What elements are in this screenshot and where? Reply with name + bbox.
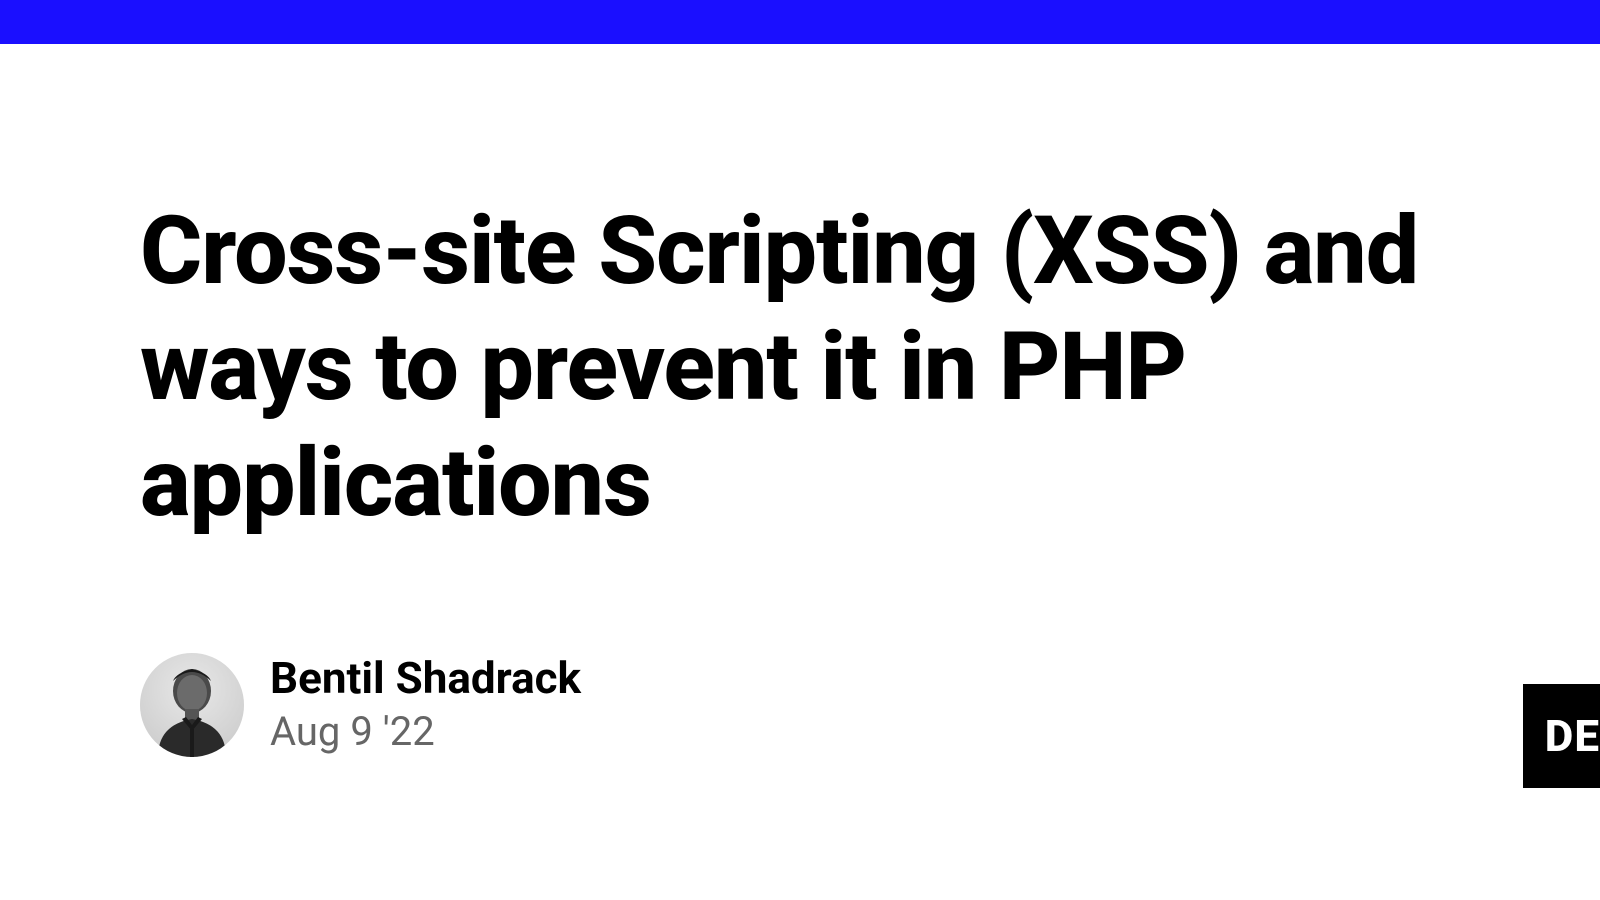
article-content: Cross-site Scripting (XSS) and ways to p… <box>0 44 1600 758</box>
author-meta: Bentil Shadrack Aug 9 '22 <box>270 652 581 759</box>
top-accent-bar <box>0 0 1600 44</box>
dev-badge[interactable]: DE <box>1523 684 1600 788</box>
author-name[interactable]: Bentil Shadrack <box>270 652 581 705</box>
post-date: Aug 9 '22 <box>270 706 581 758</box>
article-title: Cross-site Scripting (XSS) and ways to p… <box>140 194 1460 542</box>
author-avatar[interactable] <box>140 653 244 757</box>
author-row: Bentil Shadrack Aug 9 '22 <box>140 652 1460 759</box>
avatar-icon <box>140 653 244 757</box>
